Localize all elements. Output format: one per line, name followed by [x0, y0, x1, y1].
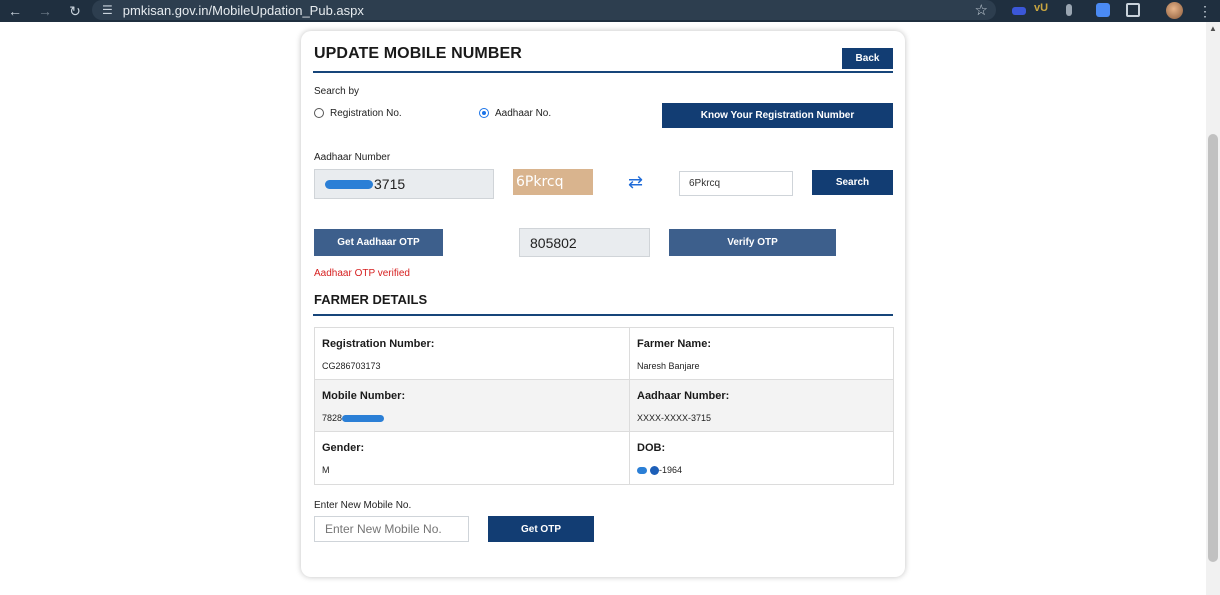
redaction-mark — [650, 466, 659, 476]
radio-aadhaar[interactable] — [479, 108, 489, 118]
farmer-name-value: Naresh Banjare — [637, 361, 700, 371]
back-button[interactable]: Back — [842, 48, 893, 69]
search-by-label: Search by — [314, 86, 360, 97]
aadhaar-number-detail-label: Aadhaar Number: — [637, 390, 730, 402]
tune-icon[interactable]: ☰ — [102, 3, 113, 17]
radio-aadhaar-label[interactable]: Aadhaar No. — [495, 108, 551, 119]
table-cell: Aadhaar Number: XXXX-XXXX-3715 — [630, 380, 893, 431]
dob-value: -1964 — [659, 465, 683, 475]
table-cell: Mobile Number: 7828 — [315, 380, 630, 431]
get-otp-button[interactable]: Get OTP — [488, 516, 594, 542]
redaction-mark — [637, 467, 647, 475]
update-mobile-card: UPDATE MOBILE NUMBER Back Search by Regi… — [301, 31, 905, 577]
registration-number-label: Registration Number: — [322, 338, 435, 350]
table-row: Mobile Number: 7828 Aadhaar Number: XXXX… — [315, 380, 893, 432]
new-mobile-input[interactable] — [314, 516, 469, 542]
browser-toolbar: ← → ↻ ☰ pmkisan.gov.in/MobileUpdation_Pu… — [0, 0, 1220, 22]
star-icon[interactable]: ☆ — [975, 1, 988, 19]
table-cell: Registration Number: CG286703173 — [315, 328, 630, 379]
extension-vu-icon[interactable]: vU — [1034, 2, 1048, 14]
otp-status-message: Aadhaar OTP verified — [314, 268, 410, 279]
radio-registration-label[interactable]: Registration No. — [330, 108, 402, 119]
page-scrollbar[interactable]: ▲ — [1206, 22, 1220, 595]
mobile-number-value-wrap: 7828 — [322, 413, 385, 423]
captcha-input[interactable]: 6Pkrcq — [679, 171, 793, 196]
get-aadhaar-otp-button[interactable]: Get Aadhaar OTP — [314, 229, 443, 256]
scrollbar-thumb[interactable] — [1208, 134, 1218, 562]
captcha-image: 6Pkrcq — [513, 169, 593, 195]
arrow-left-icon[interactable]: ← — [0, 0, 30, 22]
verify-otp-button[interactable]: Verify OTP — [669, 229, 836, 256]
avatar[interactable] — [1166, 2, 1183, 19]
kebab-menu-icon[interactable]: ⋮ — [1198, 0, 1212, 22]
table-cell: Farmer Name: Naresh Banjare — [630, 328, 893, 379]
dob-label: DOB: — [637, 442, 666, 454]
address-bar[interactable]: ☰ pmkisan.gov.in/MobileUpdation_Pub.aspx… — [92, 0, 996, 20]
gender-label: Gender: — [322, 442, 365, 454]
farmer-details-table: Registration Number: CG286703173 Farmer … — [314, 327, 894, 485]
reload-icon[interactable]: ↻ — [60, 0, 90, 22]
otp-input[interactable]: 805802 — [519, 228, 650, 257]
aadhaar-number-label: Aadhaar Number — [314, 152, 391, 163]
redaction-mark — [342, 415, 385, 423]
url-text: pmkisan.gov.in/MobileUpdation_Pub.aspx — [122, 2, 364, 18]
table-cell: DOB: -1964 — [630, 432, 893, 484]
microphone-icon[interactable] — [1066, 4, 1072, 16]
table-cell: Gender: M — [315, 432, 630, 484]
mobile-number-value: 7828 — [322, 413, 343, 423]
dob-value-wrap: -1964 — [637, 465, 683, 476]
new-mobile-label: Enter New Mobile No. — [314, 500, 412, 511]
refresh-icon[interactable]: ⇄ — [628, 172, 643, 193]
know-registration-number-button[interactable]: Know Your Registration Number — [662, 103, 893, 128]
aadhaar-number-field[interactable]: 3715 — [314, 169, 494, 199]
farmer-details-divider — [313, 314, 893, 316]
radio-registration[interactable] — [314, 108, 324, 118]
mobile-number-label: Mobile Number: — [322, 390, 406, 402]
aadhaar-number-detail-value: XXXX-XXXX-3715 — [637, 413, 712, 423]
aadhaar-number-suffix: 3715 — [374, 176, 406, 192]
search-button[interactable]: Search — [812, 170, 893, 195]
table-row: Registration Number: CG286703173 Farmer … — [315, 328, 893, 380]
title-divider — [313, 71, 893, 73]
puzzle-icon[interactable] — [1126, 3, 1140, 17]
arrow-right-icon[interactable]: → — [30, 0, 60, 22]
redaction-mark — [325, 179, 373, 189]
translate-icon[interactable] — [1096, 3, 1110, 17]
scroll-up-icon[interactable]: ▲ — [1206, 24, 1220, 33]
farmer-details-title: FARMER DETAILS — [314, 292, 428, 307]
table-row: Gender: M DOB: -1964 — [315, 432, 893, 484]
farmer-name-label: Farmer Name: — [637, 338, 711, 350]
page-title: UPDATE MOBILE NUMBER — [314, 45, 522, 62]
extension-blue-icon[interactable] — [1012, 7, 1026, 15]
registration-number-value: CG286703173 — [322, 361, 381, 371]
gender-value: M — [322, 465, 330, 475]
